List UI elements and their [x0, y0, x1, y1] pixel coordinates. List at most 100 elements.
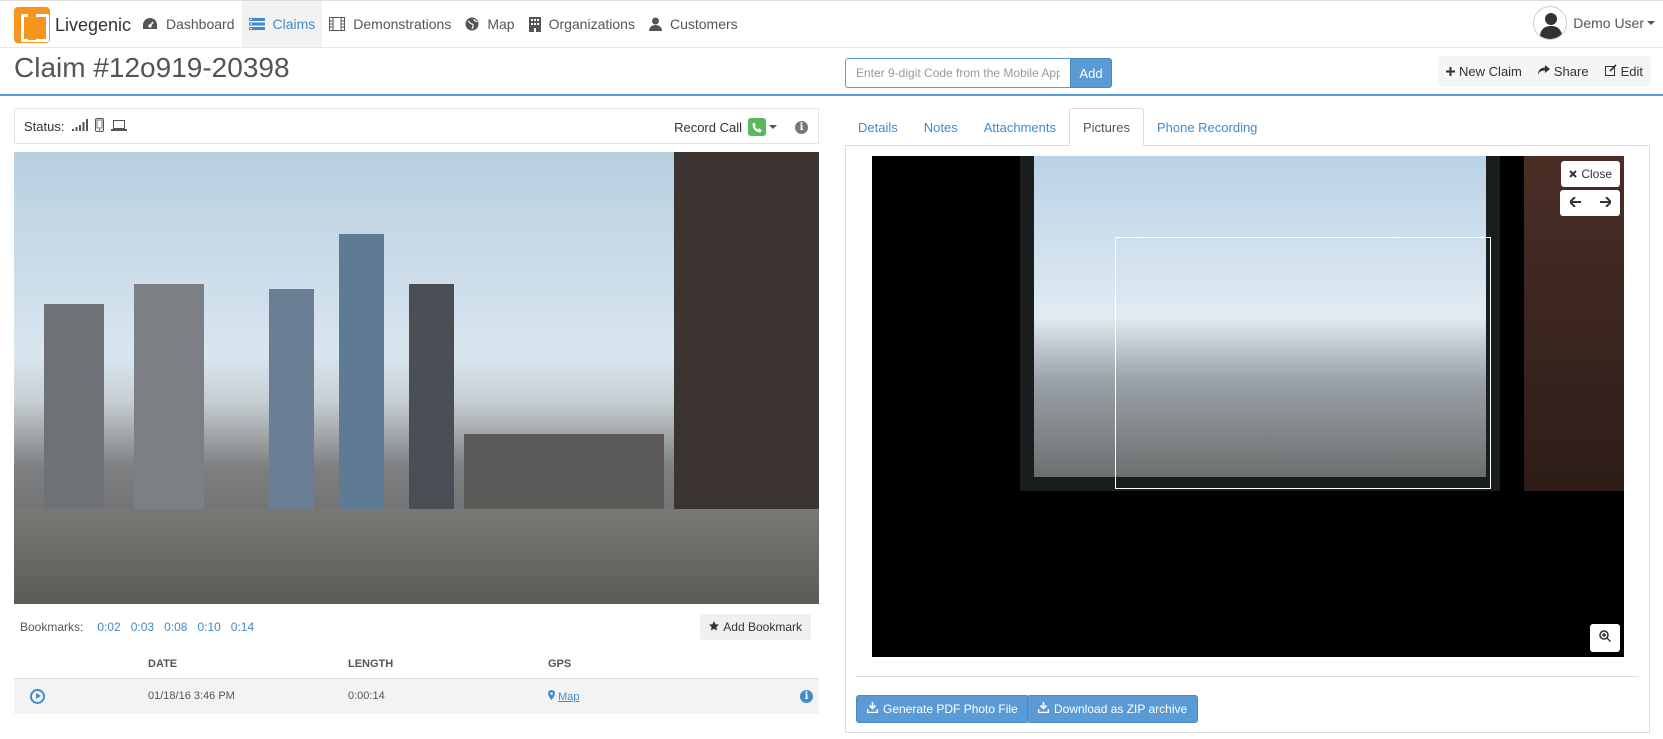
nav-label: Customers — [669, 16, 738, 32]
tab-bar: Details Notes Attachments Pictures Phone… — [845, 108, 1650, 146]
pictures-pane: Close Generate PDF Photo File Download a… — [845, 146, 1650, 733]
nav-item-organizations[interactable]: Organizations — [522, 1, 642, 47]
status-bar: Status: Record Call i — [14, 108, 819, 144]
livegenic-logo-icon — [14, 7, 50, 43]
video-stream[interactable] — [14, 152, 819, 604]
nav-item-demonstrations[interactable]: Demonstrations — [322, 1, 458, 47]
play-icon[interactable] — [30, 688, 45, 704]
close-label: Close — [1581, 167, 1612, 181]
film-icon — [329, 17, 346, 31]
bookmark-link[interactable]: 0:08 — [164, 620, 187, 634]
laptop-icon — [111, 119, 128, 134]
map-marker-icon — [548, 689, 555, 703]
recording-date: 01/18/16 3:46 PM — [148, 677, 348, 714]
tab-notes[interactable]: Notes — [911, 108, 971, 146]
download-icon — [1037, 702, 1050, 716]
page-title: Claim #12o919-20398 — [14, 52, 290, 83]
building-icon — [528, 16, 541, 32]
generate-pdf-label: Generate PDF Photo File — [883, 702, 1018, 716]
gps-map-link[interactable]: Map — [558, 691, 579, 703]
edit-label: Edit — [1620, 63, 1643, 79]
nav-item-dashboard[interactable]: Dashboard — [135, 1, 242, 47]
main-nav: Dashboard Claims Demonstrations Map Orga… — [135, 1, 745, 47]
zoom-button[interactable] — [1590, 624, 1620, 652]
crop-selection-box[interactable] — [1115, 237, 1491, 489]
add-bookmark-label: Add Bookmark — [723, 620, 802, 634]
globe-icon — [465, 17, 479, 31]
edit-icon — [1604, 63, 1617, 79]
generate-pdf-button[interactable]: Generate PDF Photo File — [856, 695, 1029, 723]
tab-phone-recording[interactable]: Phone Recording — [1144, 108, 1270, 146]
building-shape — [134, 284, 204, 524]
nav-item-customers[interactable]: Customers — [642, 1, 745, 47]
code-form: Add — [845, 58, 1112, 88]
add-code-button[interactable]: Add — [1070, 58, 1112, 88]
add-bookmark-button[interactable]: Add Bookmark — [700, 614, 811, 640]
tab-details[interactable]: Details — [845, 108, 911, 146]
record-call-control[interactable]: Record Call i — [674, 109, 808, 145]
bookmark-link[interactable]: 0:14 — [231, 620, 254, 634]
download-icon — [866, 702, 879, 716]
arrow-right-icon — [1599, 194, 1612, 212]
caret-down-icon — [1647, 21, 1655, 25]
nav-label: Claims — [272, 16, 316, 32]
nav-label: Dashboard — [166, 16, 235, 32]
building-shape — [339, 234, 384, 524]
ground-shape — [14, 509, 819, 604]
nav-item-map[interactable]: Map — [458, 1, 521, 47]
tab-attachments[interactable]: Attachments — [971, 108, 1069, 146]
plus-icon — [1446, 64, 1456, 79]
phone-icon[interactable] — [748, 118, 766, 136]
info-icon[interactable]: i — [795, 120, 808, 134]
avatar — [1533, 6, 1568, 40]
arrow-left-icon — [1568, 194, 1581, 212]
nav-label: Organizations — [548, 16, 635, 32]
download-zip-button[interactable]: Download as ZIP archive — [1027, 695, 1199, 723]
star-icon — [709, 620, 720, 634]
claim-detail-panel: Details Notes Attachments Pictures Phone… — [845, 108, 1650, 733]
user-icon — [648, 17, 662, 31]
recording-length: 0:00:14 — [348, 677, 548, 714]
zoom-in-icon — [1599, 629, 1611, 647]
brand[interactable]: Livegenic — [14, 6, 131, 44]
divider — [856, 676, 1639, 677]
table-row: 01/18/16 3:46 PM 0:00:14 Map i — [14, 677, 819, 714]
picture-viewer[interactable]: Close — [872, 156, 1624, 657]
page-header: Claim #12o919-20398 Add New Claim Share … — [0, 48, 1663, 96]
building-shape — [44, 304, 104, 524]
signal-icon — [72, 118, 89, 134]
column-header-date: DATE — [148, 657, 178, 670]
previous-button[interactable] — [1560, 190, 1590, 216]
close-button[interactable]: Close — [1561, 161, 1620, 187]
mobile-code-input[interactable] — [845, 58, 1070, 88]
close-icon — [1569, 167, 1578, 181]
share-button[interactable]: Share — [1530, 56, 1597, 86]
tab-pictures[interactable]: Pictures — [1068, 108, 1144, 146]
record-call-label: Record Call — [674, 119, 742, 135]
user-name: Demo User — [1573, 15, 1644, 31]
status-label: Status: — [24, 118, 65, 134]
bookmark-link[interactable]: 0:03 — [131, 620, 154, 634]
building-shape — [409, 284, 454, 524]
new-claim-button[interactable]: New Claim — [1438, 56, 1530, 86]
mobile-icon — [95, 117, 105, 135]
bookmark-link[interactable]: 0:02 — [97, 620, 120, 634]
download-zip-label: Download as ZIP archive — [1054, 702, 1188, 716]
building-shape — [674, 152, 819, 524]
user-menu[interactable]: Demo User — [1533, 6, 1655, 40]
building-shape — [269, 289, 314, 524]
caret-down-icon[interactable] — [769, 125, 777, 129]
column-header-length: LENGTH — [348, 657, 394, 670]
claims-icon — [248, 17, 265, 31]
share-icon — [1537, 64, 1550, 79]
nav-item-claims[interactable]: Claims — [241, 1, 323, 47]
table-header-row: DATE LENGTH GPS — [14, 650, 819, 678]
call-panel: Status: Record Call i Bookmarks: 0:02 0:… — [14, 108, 819, 714]
bookmark-link[interactable]: 0:10 — [197, 620, 220, 634]
picture-nav — [1560, 190, 1620, 216]
brand-name: Livegenic — [55, 14, 132, 35]
edit-button[interactable]: Edit — [1597, 56, 1651, 86]
next-button[interactable] — [1590, 190, 1620, 216]
info-icon[interactable]: i — [800, 689, 813, 703]
recordings-table: DATE LENGTH GPS 01/18/16 3:46 PM 0:00:14… — [14, 650, 819, 714]
